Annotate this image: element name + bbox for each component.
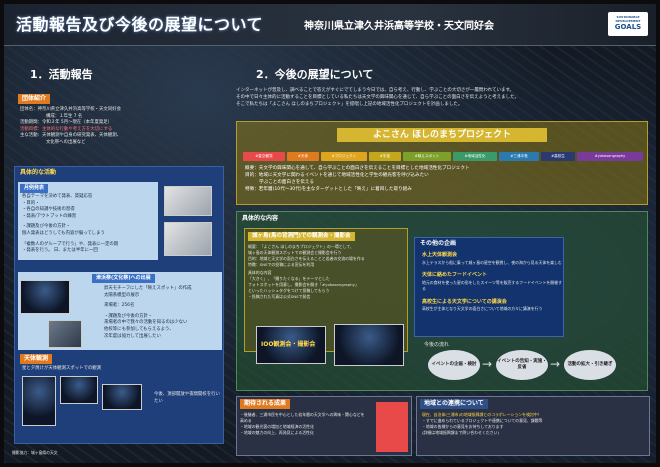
detail-line: 特徴：SNSでの投稿による宣伝を利用: [248, 261, 315, 267]
project-tag: #宇宙: [369, 152, 401, 161]
flow-step-1: イベントの企画・検討: [428, 350, 480, 380]
detail-line: ・投稿された写真は公式SNSで発信: [248, 293, 311, 299]
other-item-title: 天体に絡めたフードイベント: [422, 272, 488, 279]
project-tag: #プロジェクト: [321, 152, 367, 161]
expected-line: ・後継者、三浦市民を中心とした若年層の天文学への興味・関心などを高める: [240, 412, 365, 423]
project-tag: #高校生: [541, 152, 575, 161]
festival-line: 太陽系模型の展示: [104, 292, 140, 298]
monthly-line: ・発表を行う。 日、または半年に一回: [22, 248, 98, 254]
expected-text: ・後継者、三浦市民を中心とした若年層の天文学への興味・関心などを高める ・地域の…: [240, 412, 368, 435]
detail-tab: 城ヶ島(馬の背洞門)での観測会・撮影会: [248, 232, 355, 242]
observation-tab: 天体観測: [20, 354, 53, 365]
monthly-photo-1: [164, 186, 212, 216]
project-text: 概要：天文学の興味関心を通して、自ら学ぶことの面白さを伝えることを目標とした地域…: [245, 166, 645, 194]
other-item-text: 高校生が主体となり天文学の面白さについて地域の方々に講演を行う: [422, 306, 543, 312]
header-bar: 活動報告及び今後の展望について 神奈川県立津久井浜高等学校・天文同好会 SUST…: [4, 4, 656, 46]
other-item-title: 水上天体観測会: [422, 252, 458, 258]
project-panel: よこさん ほしのまちプロジェクト #星空観賞 #天体 #プロジェクト #宇宙 #…: [236, 121, 648, 205]
future-intro-line: その中で日々主体的に活動することを目標としている私たちは天文学の興味関心を通じて…: [236, 94, 520, 100]
observation-photo-2: [60, 376, 98, 404]
event-poster: IOO観測会・撮影会: [256, 326, 326, 364]
festival-line: 他校等にも参加してもらえるよう、: [104, 327, 174, 333]
monthly-line: 個人発表はどうしても内容が偏ってしまう: [22, 231, 105, 237]
section-heading-activity: 1．活動報告: [30, 68, 93, 81]
other-item-text: 水上テラスから船に乗って城ヶ島の星空を観賞し、夜の海から見る天体を楽しむ: [422, 259, 562, 265]
monthly-photo-2: [164, 222, 212, 256]
other-heading: その他の企画: [420, 240, 457, 247]
project-title: よこさん ほしのまちプロジェクト: [337, 128, 547, 142]
observation-line: 星と夕焼けが天体観測スポットでの観測: [22, 366, 102, 371]
other-items: 水上天体観測会 水上テラスから船に乗って城ヶ島の星空を観賞し、夜の海から見る天体…: [422, 252, 562, 312]
sdg-logo: SUSTAINABLE DEVELOPMENT GOALS: [608, 12, 648, 36]
monthly-line: ・各自の知識や技術の習得: [22, 207, 75, 213]
sdg-goals-text: GOALS: [614, 23, 642, 32]
detail-heading: 具体的な内容: [242, 215, 279, 222]
section-heading-future: 2．今後の展望について: [256, 68, 374, 81]
monthly-text: 各自テーマを決めて発表、質疑応答 ・目的・ ・各自の知識や技術の習得 ・発表/ア…: [22, 194, 157, 255]
project-tag: #地域活性化: [453, 152, 497, 161]
flow-step-2: イベントの告知・実施・反省: [496, 350, 548, 380]
flow-arrow-icon: →: [482, 357, 493, 371]
other-item-title: 高校生による天文学についての講演会: [422, 298, 507, 305]
other-item-text: 地元の食材を使った星の形をしたスイーツ等を販売するフードイベントを開催する: [422, 279, 562, 291]
collab-heading: 地域との連携について: [420, 399, 488, 410]
collab-line: (詳細は地域振興課まで問い合わせください): [422, 429, 499, 435]
school-name: 神奈川県立津久井浜高等学校・天文同好会: [304, 21, 494, 32]
project-tag: #映えスポット: [403, 152, 451, 161]
project-tag: #星空観賞: [243, 152, 285, 161]
project-line: 特徴：若年層(10代～30代)を主なターゲットとした「映え」に着目した取り組み: [245, 186, 412, 192]
monthly-line: 各自テーマを決めて発表、質疑応答: [22, 194, 93, 199]
event-night-photo: [334, 324, 404, 366]
poster: 活動報告及び今後の展望について 神奈川県立津久井浜高等学校・天文同好会 SUST…: [4, 4, 656, 463]
event-poster-title: IOO観測会・撮影会: [261, 341, 316, 348]
activity-heading: 具体的な活動: [20, 169, 57, 176]
future-intro-line: そこで私たちは「よこさん ほしのまちプロジェクト」を提唱し上記の地域活性化プロジ…: [236, 101, 463, 107]
intro-line: 活動期間：令和３年 5月～現在（本年度発足）: [20, 120, 113, 126]
future-intro: インターネットが普及し、調べることで答えがすぐにでてしまう今日では、自ら考え、行…: [236, 88, 650, 108]
intro-line: 文化祭への出展など: [46, 140, 86, 146]
project-tag: #yokosangraphy: [577, 152, 643, 161]
flow-label: 今後の流れ: [424, 342, 450, 348]
festival-tab: 津浜祭(文化祭)への出展: [92, 274, 155, 283]
project-line: 学ぶことの面白さを伝える: [259, 179, 314, 185]
observation-note: 今後、頂部開放や夜間開校を行いたい: [154, 392, 220, 404]
expected-line: ・地域の魅力の向上、再発見による活性化: [240, 429, 314, 435]
monthly-line: ・発表/アウトプットの練習: [22, 213, 77, 219]
intro-line: 団体名：神奈川県立津久井浜高等学校・天文同好会: [20, 107, 121, 112]
festival-line: 昇天モチーフにした「映えスポット」の作成: [104, 286, 192, 291]
project-line: 概要：天文学の興味関心を通して、自ら学ぶことの面白さを伝えることを目標とした地域…: [245, 166, 470, 171]
festival-line: 来場者：256名: [104, 303, 135, 309]
future-intro-line: インターネットが普及し、調べることで答えがすぐにでてしまう今日では、自ら考え、行…: [236, 88, 515, 93]
festival-photo-1: [20, 280, 70, 314]
project-tag: #三浦半島: [499, 152, 539, 161]
expected-heading: 期待される成果: [240, 399, 291, 410]
flow-arrow-icon: →: [550, 357, 561, 371]
festival-text: 昇天モチーフにした「映えスポット」の作成 太陽系模型の展示 来場者：256名 ・…: [104, 286, 220, 340]
sdg-badges-icon: [376, 402, 408, 452]
festival-line: 次年度は協力して出展したい: [104, 333, 161, 339]
observation-photo-1: [22, 376, 56, 426]
collab-text: 現在、自治体(三浦市)の地域振興課とのコラボレーションを検討中！ ・すでに進めら…: [422, 412, 648, 435]
credit-text: 撮影協力：城ヶ島県の天文: [12, 450, 58, 455]
intro-text: 団体名：神奈川県立津久井浜高等学校・天文同好会 構成：１年生 7 名 活動期間：…: [20, 107, 220, 147]
project-line: 目的：地域に天文学に関わるイベントを通じて地域活性化と学生の観光客を呼び込みたい: [245, 172, 429, 178]
observation-photo-3: [102, 384, 142, 410]
page-title: 活動報告及び今後の展望について: [16, 15, 264, 34]
festival-photo-2: [48, 320, 82, 348]
detail-text: 概要：「よこさん ほしのまちプロジェクト」の一環として、 城ヶ島の天体観測スポッ…: [248, 244, 406, 300]
project-tag: #天体: [287, 152, 319, 161]
intro-label: 団体紹介: [18, 94, 51, 105]
flow-step-3: 活動の拡大・引き継ぎ: [564, 350, 616, 380]
sdg-top-text: SUSTAINABLE DEVELOPMENT: [615, 15, 641, 24]
monthly-tab: 月例発表: [20, 184, 49, 193]
